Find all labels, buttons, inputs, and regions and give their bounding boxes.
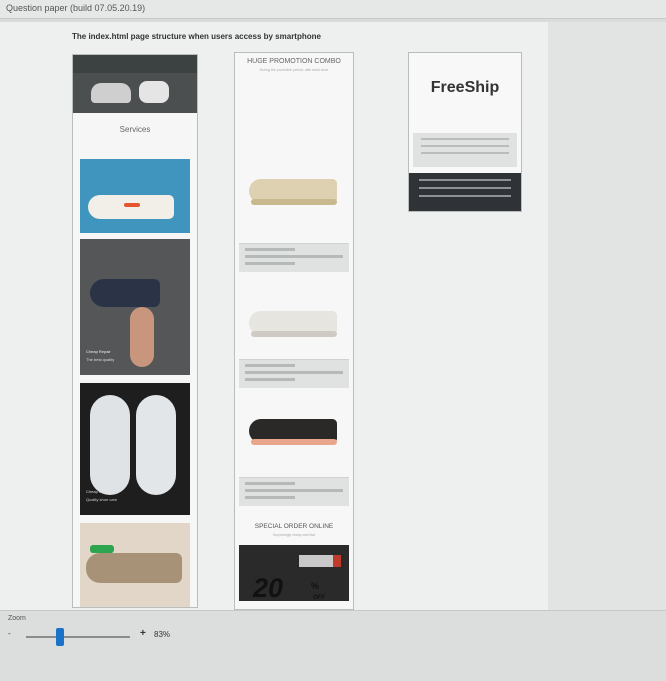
side-pane bbox=[548, 22, 666, 610]
page-heading: The index.html page structure when users… bbox=[72, 32, 321, 41]
combo-info-box bbox=[239, 477, 349, 506]
zoom-in-button[interactable]: + bbox=[140, 628, 146, 639]
tile-subcaption: Quality shoe care bbox=[86, 497, 118, 502]
phone-mockup-freeship: FreeShip bbox=[408, 52, 522, 212]
shoe-sole-image bbox=[136, 395, 176, 495]
page-footer bbox=[409, 173, 521, 211]
discount-percent: % bbox=[311, 581, 320, 591]
shoe-image bbox=[86, 553, 182, 583]
phone-mockup-promotion: HUGE PROMOTION COMBO During the promotio… bbox=[234, 52, 354, 610]
glue-tool-image bbox=[90, 545, 114, 553]
hand-image bbox=[130, 307, 154, 367]
service-tile-repair: Cheap Repair The best quality bbox=[80, 239, 190, 375]
product-shoe-image bbox=[249, 303, 339, 337]
zoom-slider-handle[interactable] bbox=[56, 628, 65, 646]
hero-image bbox=[73, 73, 197, 113]
zoom-slider-track[interactable] bbox=[26, 636, 130, 638]
discount-off-label: OFF bbox=[313, 595, 325, 601]
promotion-subtitle: During the promotion period, with each s… bbox=[259, 68, 329, 72]
discount-number: 20 bbox=[253, 573, 284, 603]
promotion-title: HUGE PROMOTION COMBO bbox=[247, 58, 341, 65]
tile-subcaption: The best quality bbox=[86, 357, 115, 362]
special-order-subtitle: Surprisingly cheap and fast bbox=[272, 533, 316, 537]
zoom-value: 83% bbox=[154, 630, 171, 639]
product-shoe-image bbox=[249, 171, 339, 205]
shoe-sole-image bbox=[90, 395, 130, 495]
service-tile-care: Cheap shoe care Quality shoe care bbox=[80, 383, 190, 515]
zoom-out-button[interactable]: - bbox=[8, 629, 11, 638]
mobile-navbar bbox=[73, 55, 197, 73]
phone-mockup-services: Services Cheap Repair The best quality C… bbox=[72, 54, 198, 608]
tile-caption: Cheap shoe care bbox=[86, 489, 117, 494]
combo-info-box bbox=[239, 359, 349, 388]
window-title: Question paper (build 07.05.20.19) bbox=[6, 3, 146, 13]
special-order-title: SPECIAL ORDER ONLINE bbox=[254, 523, 334, 530]
services-heading: Services bbox=[119, 125, 151, 134]
hero-shoe-image bbox=[91, 83, 131, 103]
freeship-brand: FreeShip bbox=[430, 79, 500, 96]
zoom-label: Zoom bbox=[8, 615, 26, 622]
zoom-bar: Zoom - + 83% bbox=[0, 610, 666, 681]
service-tile-cleaning bbox=[80, 159, 190, 233]
shoe-image bbox=[88, 195, 174, 219]
combo-info-box bbox=[239, 243, 349, 272]
swoosh-logo bbox=[124, 203, 140, 207]
shoe-image bbox=[90, 279, 160, 307]
shipping-info-box bbox=[413, 133, 517, 167]
product-shoe-image bbox=[249, 411, 339, 445]
tile-caption: Cheap Repair bbox=[86, 349, 111, 354]
hero-shoe-image bbox=[139, 81, 169, 103]
service-tile-glue bbox=[80, 523, 190, 607]
title-bar: Question paper (build 07.05.20.19) bbox=[0, 0, 666, 19]
